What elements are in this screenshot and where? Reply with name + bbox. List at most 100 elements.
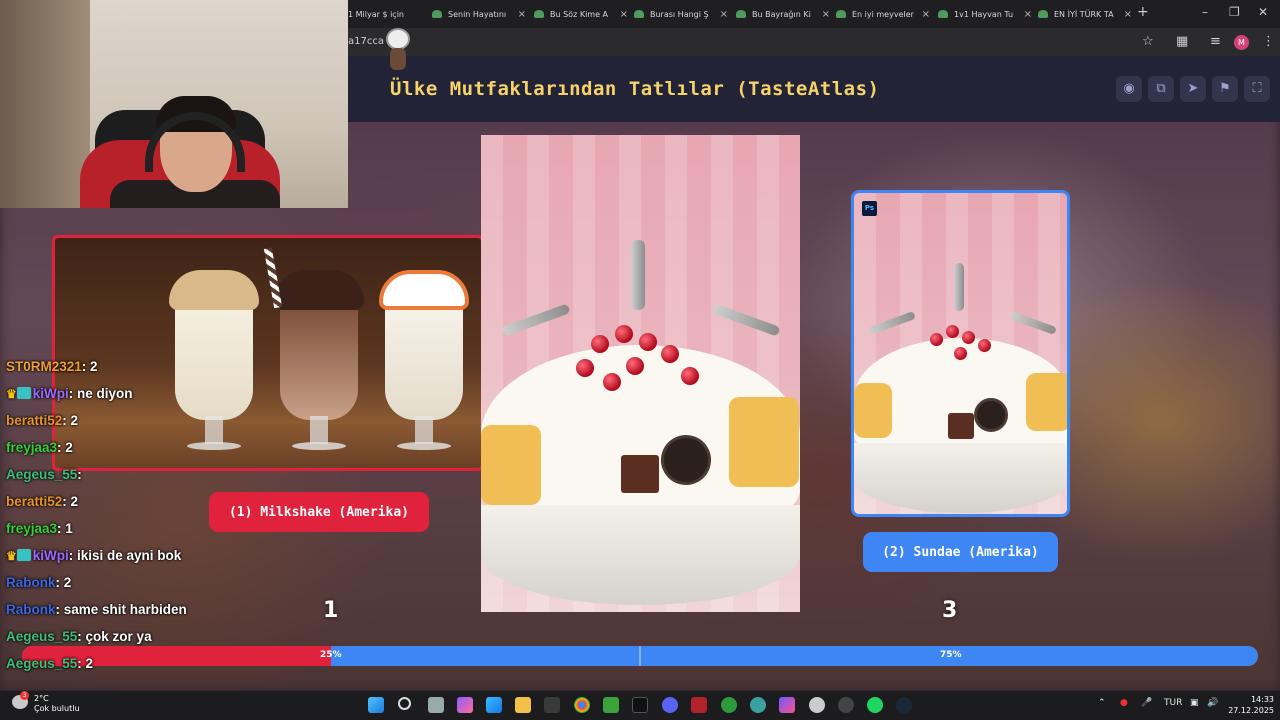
- send-icon[interactable]: ➤: [1180, 76, 1206, 102]
- m365-icon[interactable]: [779, 697, 795, 713]
- language-indicator[interactable]: TUR: [1164, 698, 1182, 708]
- chat-username[interactable]: Aegeus_55: [6, 629, 77, 644]
- spotify-icon[interactable]: [867, 697, 883, 713]
- system-clock[interactable]: 14:33 27.12.2025: [1228, 694, 1274, 716]
- new-tab-icon[interactable]: +: [1137, 4, 1149, 20]
- chat-text: ikisi de ayni bok: [77, 548, 182, 563]
- app2-icon[interactable]: [809, 697, 825, 713]
- chat-username[interactable]: Rabonk: [6, 602, 56, 617]
- search-icon[interactable]: [398, 697, 411, 710]
- browser-tab[interactable]: EN İYİ TÜRK TA ×: [1038, 3, 1138, 25]
- chat-username[interactable]: beratti52: [6, 413, 62, 428]
- milkshake-image[interactable]: [52, 235, 484, 471]
- chat-username[interactable]: beratti52: [6, 494, 62, 509]
- steam-icon[interactable]: [896, 697, 912, 713]
- sundae-image[interactable]: Ps: [851, 190, 1070, 517]
- chat-message: Rabonk: 2: [6, 575, 72, 590]
- copilot-icon[interactable]: [457, 697, 473, 713]
- profile-avatar[interactable]: M: [1234, 35, 1249, 50]
- tab-close-icon[interactable]: ×: [1024, 9, 1032, 20]
- chrome-icon[interactable]: [574, 697, 590, 713]
- chat-text: same shit harbiden: [63, 602, 187, 617]
- browser-tab[interactable]: Senin Hayatını ×: [432, 3, 532, 25]
- chat-username[interactable]: ST0RM2321: [6, 359, 82, 374]
- choice-right-button[interactable]: (2) Sundae (Amerika): [863, 532, 1058, 572]
- microphone-icon[interactable]: 🎤: [1141, 698, 1152, 708]
- minimize-icon[interactable]: –: [1202, 5, 1208, 19]
- tab-close-icon[interactable]: ×: [1124, 9, 1132, 20]
- chat-username[interactable]: Rabonk: [6, 575, 56, 590]
- browser-tab[interactable]: 1v1 Hayvan Tu ×: [938, 3, 1038, 25]
- tray-app-icon[interactable]: ●: [1120, 698, 1128, 708]
- choice-left-button[interactable]: (1) Milkshake (Amerika): [209, 492, 429, 532]
- flag-icon[interactable]: ⚑: [1212, 76, 1238, 102]
- file-explorer-icon[interactable]: [515, 697, 531, 713]
- chat-message: ST0RM2321: 2: [6, 359, 98, 374]
- browser-tab[interactable]: Bu Bayrağın Ki ×: [736, 3, 836, 25]
- tab-search-icon[interactable]: ≡: [1210, 34, 1221, 49]
- chat-username[interactable]: freyjaa3: [6, 440, 57, 455]
- task-view-icon[interactable]: [428, 697, 444, 713]
- start-icon[interactable]: [368, 697, 384, 713]
- chat-message: Rabonk: same shit harbiden: [6, 602, 187, 617]
- right-rank-number: 3: [942, 598, 958, 623]
- tab-favicon-icon: [1038, 10, 1048, 18]
- weather-alert-badge: 3: [20, 691, 29, 700]
- mascot-overlay: [378, 22, 418, 76]
- tab-label: EN İYİ TÜRK TA: [1054, 9, 1114, 19]
- minecraft-icon[interactable]: [603, 697, 619, 713]
- volume-icon[interactable]: 🔊: [1207, 698, 1218, 708]
- clock-date: 27.12.2025: [1228, 706, 1274, 715]
- browser-tab[interactable]: En iyi meyveler ×: [836, 3, 936, 25]
- tab-label: Bu Bayrağın Ki: [752, 9, 811, 19]
- obs-icon[interactable]: [838, 697, 854, 713]
- chat-message: ♛ kiWpi: ikisi de ayni bok: [6, 548, 182, 563]
- tab-close-icon[interactable]: ×: [720, 9, 728, 20]
- discord-icon[interactable]: [662, 697, 678, 713]
- tab-close-icon[interactable]: ×: [620, 9, 628, 20]
- page-header: Ülke Mutfaklarından Tatlılar (TasteAtlas…: [348, 56, 1280, 122]
- capcut-icon[interactable]: [632, 697, 648, 713]
- tab-favicon-icon: [634, 10, 644, 18]
- tab-label: Senin Hayatını: [448, 9, 507, 19]
- network-icon[interactable]: ▣: [1190, 698, 1199, 708]
- tab-favicon-icon: [534, 10, 544, 18]
- crown-badge-icon: ♛: [6, 549, 17, 563]
- chat-text: çok zor ya: [85, 629, 152, 644]
- tab-close-icon[interactable]: ×: [518, 9, 526, 20]
- store-icon[interactable]: [544, 697, 560, 713]
- tab-label: 1 Milyar $ için: [348, 9, 404, 19]
- tab-label: Burası Hangi Ş: [650, 9, 709, 19]
- tab-close-icon[interactable]: ×: [922, 9, 930, 20]
- app-icon[interactable]: [750, 697, 766, 713]
- tab-favicon-icon: [938, 10, 948, 18]
- xbox-icon[interactable]: [721, 697, 737, 713]
- chat-username[interactable]: freyjaa3: [6, 521, 57, 536]
- chat-message: beratti52: 2: [6, 413, 79, 428]
- chat-text: 2: [85, 656, 94, 671]
- chat-username[interactable]: Aegeus_55: [6, 467, 77, 482]
- sundae-large-image[interactable]: [481, 135, 800, 612]
- restore-icon[interactable]: ❐: [1229, 5, 1240, 19]
- tab-label: Bu Söz Kime A: [550, 9, 609, 19]
- chat-username[interactable]: kiWpi: [33, 548, 69, 563]
- chat-username[interactable]: Aegeus_55: [6, 656, 77, 671]
- fullscreen-icon[interactable]: ⛶: [1244, 76, 1270, 102]
- extensions-icon[interactable]: ▦: [1176, 34, 1188, 49]
- chat-username[interactable]: kiWpi: [33, 386, 69, 401]
- chat-text: 2: [63, 575, 72, 590]
- edge-icon[interactable]: [486, 697, 502, 713]
- bookmark-star-icon[interactable]: ☆: [1142, 34, 1154, 49]
- photoshop-badge: Ps: [862, 201, 877, 216]
- tray-chevron-icon[interactable]: ⌃: [1098, 698, 1106, 708]
- chat-text: 1: [65, 521, 73, 536]
- eye-icon[interactable]: ◉: [1116, 76, 1142, 102]
- tab-close-icon[interactable]: ×: [822, 9, 830, 20]
- close-window-icon[interactable]: ✕: [1258, 5, 1268, 19]
- copy-icon[interactable]: ⧉: [1148, 76, 1174, 102]
- browser-tab[interactable]: Burası Hangi Ş ×: [634, 3, 734, 25]
- netflix-icon[interactable]: [691, 697, 707, 713]
- browser-tab[interactable]: Bu Söz Kime A ×: [534, 3, 634, 25]
- chat-message: Aegeus_55: çok zor ya: [6, 629, 152, 644]
- menu-dots-icon[interactable]: ⋮: [1262, 34, 1275, 49]
